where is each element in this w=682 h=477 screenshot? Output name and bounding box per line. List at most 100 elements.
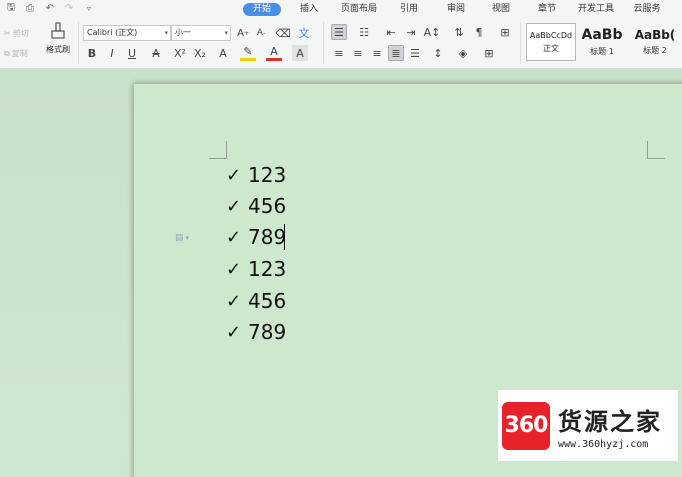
superscript-icon[interactable]: X²: [172, 45, 188, 61]
sort-icon[interactable]: ⇅: [451, 24, 467, 40]
text-cursor: [284, 224, 285, 250]
style-normal[interactable]: AaBbCcDd 正文: [526, 23, 576, 61]
list-item[interactable]: ✓ 456: [226, 193, 286, 219]
chevron-down-icon: ▾: [164, 29, 168, 37]
ribbon: 🖫 ⎙ ↶ ↷ ▿ 开始 插入 页面布局 引用 审阅 视图 章节 开发工具 云服…: [0, 0, 682, 69]
align-left-icon[interactable]: ≡: [331, 45, 347, 61]
checkmark-bullet-icon: ✓: [226, 164, 242, 186]
increase-indent-icon[interactable]: ⇥: [403, 24, 419, 40]
print-icon[interactable]: ⎙: [23, 2, 37, 15]
tab-home[interactable]: 开始: [243, 3, 282, 16]
scissors-icon: ✂: [4, 29, 11, 38]
text-direction-icon[interactable]: A↕: [424, 24, 441, 40]
tab-references[interactable]: 引用: [397, 3, 421, 16]
divider: [323, 22, 324, 64]
customize-quick-access-icon[interactable]: ▿: [82, 2, 96, 15]
copy-label: 复制: [11, 49, 28, 58]
font-color-icon[interactable]: A: [266, 45, 282, 61]
text-effect-icon[interactable]: A: [215, 45, 231, 61]
font-size-select[interactable]: 小一 ▾: [171, 25, 231, 41]
redo-icon[interactable]: ↷: [62, 2, 76, 15]
numbered-list-icon[interactable]: ☷: [356, 24, 372, 40]
bold-icon[interactable]: B: [84, 45, 100, 61]
checkmark-bullet-icon: ✓: [226, 195, 242, 217]
list-item[interactable]: ✓ 123: [226, 256, 286, 282]
shrink-font-icon[interactable]: A-: [253, 25, 269, 41]
style-name: 正文: [543, 43, 559, 53]
list-item-text: 789: [248, 320, 287, 344]
divider: [520, 22, 521, 64]
underline-icon[interactable]: U: [124, 45, 140, 61]
align-right-icon[interactable]: ≡: [369, 45, 385, 61]
phonetic-guide-icon[interactable]: 文: [296, 25, 312, 41]
paragraph-options-icon[interactable]: ▤ ▾: [175, 232, 193, 244]
list-item-text: 123: [248, 257, 287, 281]
list-item-text: 789: [248, 225, 287, 249]
copy-button[interactable]: ⧉ 复制: [4, 48, 28, 59]
title-bar: 🖫 ⎙ ↶ ↷ ▿ 开始 插入 页面布局 引用 审阅 视图 章节 开发工具 云服…: [0, 0, 682, 17]
list-item-text: 123: [248, 163, 287, 187]
style-name: 标题 1: [590, 47, 614, 56]
checkmark-bullet-icon: ✓: [226, 321, 242, 343]
format-painter-label: 格式刷: [46, 45, 70, 54]
list-item-text: 456: [248, 194, 287, 218]
style-sample: AaBb(: [634, 28, 676, 42]
divider: [78, 22, 79, 64]
subscript-icon[interactable]: X₂: [192, 45, 208, 61]
format-painter-button[interactable]: 格式刷: [42, 22, 74, 62]
copy-icon: ⧉: [4, 48, 10, 58]
distributed-align-icon[interactable]: ☰: [407, 45, 423, 61]
justify-icon[interactable]: ≣: [388, 45, 404, 61]
cut-label: 剪切: [12, 29, 29, 38]
font-name-value: Calibri (正文): [87, 28, 138, 37]
tab-page-layout[interactable]: 页面布局: [339, 3, 379, 16]
line-spacing-icon[interactable]: ↕: [430, 45, 446, 61]
tab-chapter[interactable]: 章节: [535, 3, 559, 16]
watermark: 360 货源之家 www.360hyzj.com: [498, 390, 678, 461]
shading-icon[interactable]: ◈: [455, 45, 471, 61]
checkmark-bullet-icon: ✓: [226, 258, 242, 280]
list-item-text: 456: [248, 289, 287, 313]
borders-icon[interactable]: ⊞: [481, 45, 497, 61]
cut-button[interactable]: ✂ 剪切: [4, 28, 29, 39]
tab-developer[interactable]: 开发工具: [576, 3, 616, 16]
paintbrush-icon: [49, 22, 67, 40]
grow-font-icon[interactable]: A +: [235, 25, 251, 41]
show-marks-icon[interactable]: ¶: [471, 24, 487, 40]
character-shading-icon[interactable]: A: [292, 45, 308, 61]
tab-insert[interactable]: 插入: [297, 3, 321, 16]
style-sample: AaBb: [581, 27, 623, 43]
strikethrough-icon[interactable]: A: [148, 45, 164, 61]
italic-icon[interactable]: I: [104, 45, 120, 61]
watermark-logo: 360: [502, 401, 550, 450]
margin-marker-top-left: [209, 141, 227, 159]
checkmark-bullet-icon: ✓: [226, 290, 242, 312]
checkmark-bullet-icon: ✓: [226, 226, 242, 248]
clear-format-icon[interactable]: ⌫: [275, 25, 291, 41]
watermark-url: www.360hyzj.com: [558, 438, 649, 450]
watermark-name: 货源之家: [558, 407, 662, 436]
tab-view[interactable]: 视图: [489, 3, 513, 16]
decrease-indent-icon[interactable]: ⇤: [383, 24, 399, 40]
styles-gallery: AaBbCcDd 正文 AaBb 标题 1 AaBb( 标题 2: [525, 23, 682, 63]
tab-review[interactable]: 审阅: [444, 3, 468, 16]
font-size-value: 小一: [175, 28, 191, 37]
font-name-select[interactable]: Calibri (正文) ▾: [83, 25, 171, 41]
style-heading-1[interactable]: AaBb 标题 1: [577, 23, 627, 61]
table-border-icon[interactable]: ⊞: [497, 24, 513, 40]
margin-marker-top-right: [647, 141, 665, 159]
highlight-icon[interactable]: ✎: [240, 45, 256, 61]
style-heading-2[interactable]: AaBb( 标题 2: [628, 23, 682, 61]
save-icon[interactable]: 🖫: [4, 2, 18, 15]
list-item[interactable]: ✓ 789: [226, 319, 286, 345]
bullet-list-icon[interactable]: ☰: [331, 24, 347, 40]
style-sample: AaBbCcDd: [529, 30, 573, 40]
list-item[interactable]: ✓ 123: [226, 162, 286, 188]
list-item[interactable]: ✓ 789: [226, 224, 286, 250]
chevron-down-icon: ▾: [224, 29, 228, 37]
undo-icon[interactable]: ↶: [43, 2, 57, 15]
list-item[interactable]: ✓ 456: [226, 288, 286, 314]
style-name: 标题 2: [643, 46, 667, 55]
align-center-icon[interactable]: ≡: [350, 45, 366, 61]
tab-cloud[interactable]: 云服务: [631, 3, 663, 16]
